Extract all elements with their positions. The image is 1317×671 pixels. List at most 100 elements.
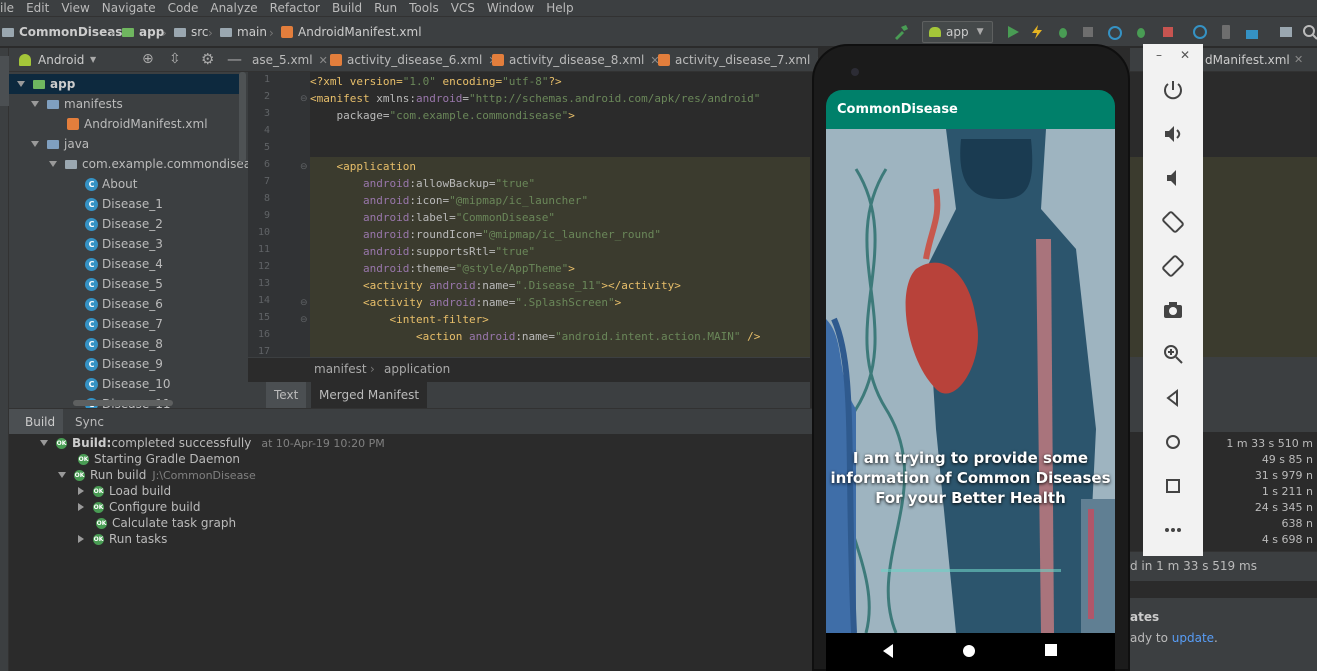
menu-edit[interactable]: Edit xyxy=(20,1,55,15)
tree-item-manifest-file[interactable]: AndroidManifest.xml xyxy=(67,114,208,134)
favorites-tool-tab[interactable] xyxy=(0,468,9,538)
update-link[interactable]: update xyxy=(1172,631,1214,645)
crumb-application[interactable]: application xyxy=(384,362,450,376)
avd-manager-icon[interactable] xyxy=(1218,24,1234,40)
menu-vcs[interactable]: VCS xyxy=(445,1,481,15)
vertical-scrollbar[interactable] xyxy=(239,72,246,162)
menu-build[interactable]: Build xyxy=(326,1,368,15)
menu-navigate[interactable]: Navigate xyxy=(96,1,162,15)
tree-item-class[interactable]: C Disease_8 xyxy=(85,334,163,354)
build-tree-root[interactable]: OK Build: completed successfully at 10-Apr… xyxy=(40,435,385,451)
project-structure-icon[interactable] xyxy=(1278,24,1294,40)
rotate-right-icon[interactable] xyxy=(1161,254,1185,278)
stop-icon[interactable] xyxy=(1160,24,1176,40)
camera-icon[interactable] xyxy=(1161,298,1185,322)
tab-disease-8[interactable]: activity_disease_8.xml ✕ xyxy=(492,48,660,71)
menu-code[interactable]: Code xyxy=(162,1,205,15)
fold-icon[interactable]: ⊖ xyxy=(300,298,308,308)
tree-item-manifests[interactable]: manifests xyxy=(31,94,123,114)
nav-home-icon[interactable] xyxy=(962,644,976,658)
tree-item-class[interactable]: C Disease_6 xyxy=(85,294,163,314)
apply-changes-icon[interactable] xyxy=(1029,24,1045,40)
run-icon[interactable] xyxy=(1005,24,1021,40)
tab-disease-5[interactable]: ase_5.xml ✕ xyxy=(252,48,328,71)
tree-item-class[interactable]: C Disease_10 xyxy=(85,374,170,394)
power-icon[interactable] xyxy=(1161,78,1185,102)
menu-view[interactable]: View xyxy=(55,1,95,15)
overview-icon[interactable] xyxy=(1161,474,1185,498)
tree-item-class[interactable]: C Disease_1 xyxy=(85,194,163,214)
horizontal-scrollbar[interactable] xyxy=(73,400,173,406)
tab-disease-7[interactable]: activity_disease_7.xml✕ xyxy=(658,48,818,71)
layout-captures-tool-tab[interactable] xyxy=(0,248,9,328)
build-tree-item[interactable]: OK Starting Gradle Daemon xyxy=(78,451,240,467)
search-icon[interactable] xyxy=(1302,24,1317,40)
menu-help[interactable]: Help xyxy=(540,1,579,15)
attach-debugger-icon[interactable] xyxy=(1133,24,1149,40)
tree-item-class[interactable]: C Disease_2 xyxy=(85,214,163,234)
tree-item-class[interactable]: C Disease_9 xyxy=(85,354,163,374)
collapse-icon[interactable]: ⇳ xyxy=(169,51,181,67)
sync-gradle-icon[interactable] xyxy=(1192,24,1208,40)
project-view-selector[interactable]: Android xyxy=(38,53,84,67)
menu-analyze[interactable]: Analyze xyxy=(204,1,263,15)
build-tree-item[interactable]: OK Run build J:\CommonDisease xyxy=(58,467,256,483)
menu-window[interactable]: Window xyxy=(481,1,540,15)
structure-tool-tab[interactable] xyxy=(0,368,9,438)
build-tree-item[interactable]: OK Run tasks xyxy=(78,531,167,547)
home-icon[interactable] xyxy=(1161,430,1185,454)
build-tree-item[interactable]: OK Load build xyxy=(78,483,171,499)
tab-disease-6[interactable]: activity_disease_6.xml✕ xyxy=(330,48,498,71)
volume-down-icon[interactable] xyxy=(1161,166,1185,190)
tab-sync[interactable]: Sync xyxy=(75,409,104,435)
fold-icon[interactable]: ⊖ xyxy=(300,315,308,325)
profiler-icon[interactable] xyxy=(1107,24,1123,40)
tree-item-class[interactable]: C Disease_5 xyxy=(85,274,163,294)
tree-item-app[interactable]: app xyxy=(17,74,75,94)
menu-tools[interactable]: Tools xyxy=(403,1,445,15)
debug-icon[interactable] xyxy=(1055,24,1071,40)
tree-item-java[interactable]: java xyxy=(31,134,89,154)
volume-up-icon[interactable] xyxy=(1161,122,1185,146)
rotate-left-icon[interactable] xyxy=(1161,210,1185,234)
fold-icon[interactable]: ⊖ xyxy=(300,94,308,104)
gear-icon[interactable]: ⚙ xyxy=(201,50,214,68)
tree-item-class[interactable]: C Disease_3 xyxy=(85,234,163,254)
tree-item-class[interactable]: C Disease_4 xyxy=(85,254,163,274)
crosshair-icon[interactable]: ⊕ xyxy=(142,51,154,67)
minimize-icon[interactable]: — xyxy=(227,50,242,68)
close-icon[interactable]: ✕ xyxy=(319,54,328,67)
project-tool-tab[interactable] xyxy=(0,56,9,106)
nav-recents-icon[interactable] xyxy=(1045,644,1057,656)
breadcrumb-src[interactable]: src xyxy=(174,17,209,47)
tree-item-class[interactable]: C Disease_7 xyxy=(85,314,163,334)
tab-merged-manifest[interactable]: Merged Manifest xyxy=(311,382,428,408)
chevron-down-icon[interactable]: ▼ xyxy=(90,55,96,64)
breadcrumb-main[interactable]: main xyxy=(220,17,267,47)
run-config-dropdown[interactable]: app ▼ xyxy=(922,21,993,43)
minimize-icon[interactable]: – xyxy=(1156,48,1162,62)
code-editor[interactable]: <?xml version="1.0" encoding="utf-8"?> <… xyxy=(310,72,810,357)
zoom-icon[interactable] xyxy=(1161,342,1185,366)
fold-icon[interactable]: ⊖ xyxy=(300,162,308,172)
breadcrumb-module[interactable]: app xyxy=(122,17,164,47)
tab-android-manifest[interactable]: dManifest.xml xyxy=(1205,53,1290,67)
coverage-icon[interactable] xyxy=(1080,24,1096,40)
tree-item-class[interactable]: C About xyxy=(85,174,137,194)
crumb-manifest[interactable]: manifest xyxy=(314,362,367,376)
build-variants-tool-tab[interactable] xyxy=(0,568,9,638)
tab-build[interactable]: Build xyxy=(9,409,64,435)
close-icon[interactable]: ✕ xyxy=(1294,53,1303,66)
back-icon[interactable] xyxy=(1161,386,1185,410)
menu-run[interactable]: Run xyxy=(368,1,403,15)
build-tree-item[interactable]: OK Configure build xyxy=(78,499,200,515)
tree-item-package[interactable]: com.example.commondisease xyxy=(49,154,248,174)
sdk-manager-icon[interactable] xyxy=(1244,24,1260,40)
more-icon[interactable] xyxy=(1161,518,1185,542)
menu-refactor[interactable]: Refactor xyxy=(264,1,326,15)
build-tree-item[interactable]: OK Calculate task graph xyxy=(96,515,236,531)
nav-back-icon[interactable] xyxy=(881,643,895,659)
close-icon[interactable]: ✕ xyxy=(1180,48,1190,62)
emulator-screen[interactable]: CommonDisease I am trying to provide som… xyxy=(826,90,1115,633)
tab-text[interactable]: Text xyxy=(266,382,307,408)
